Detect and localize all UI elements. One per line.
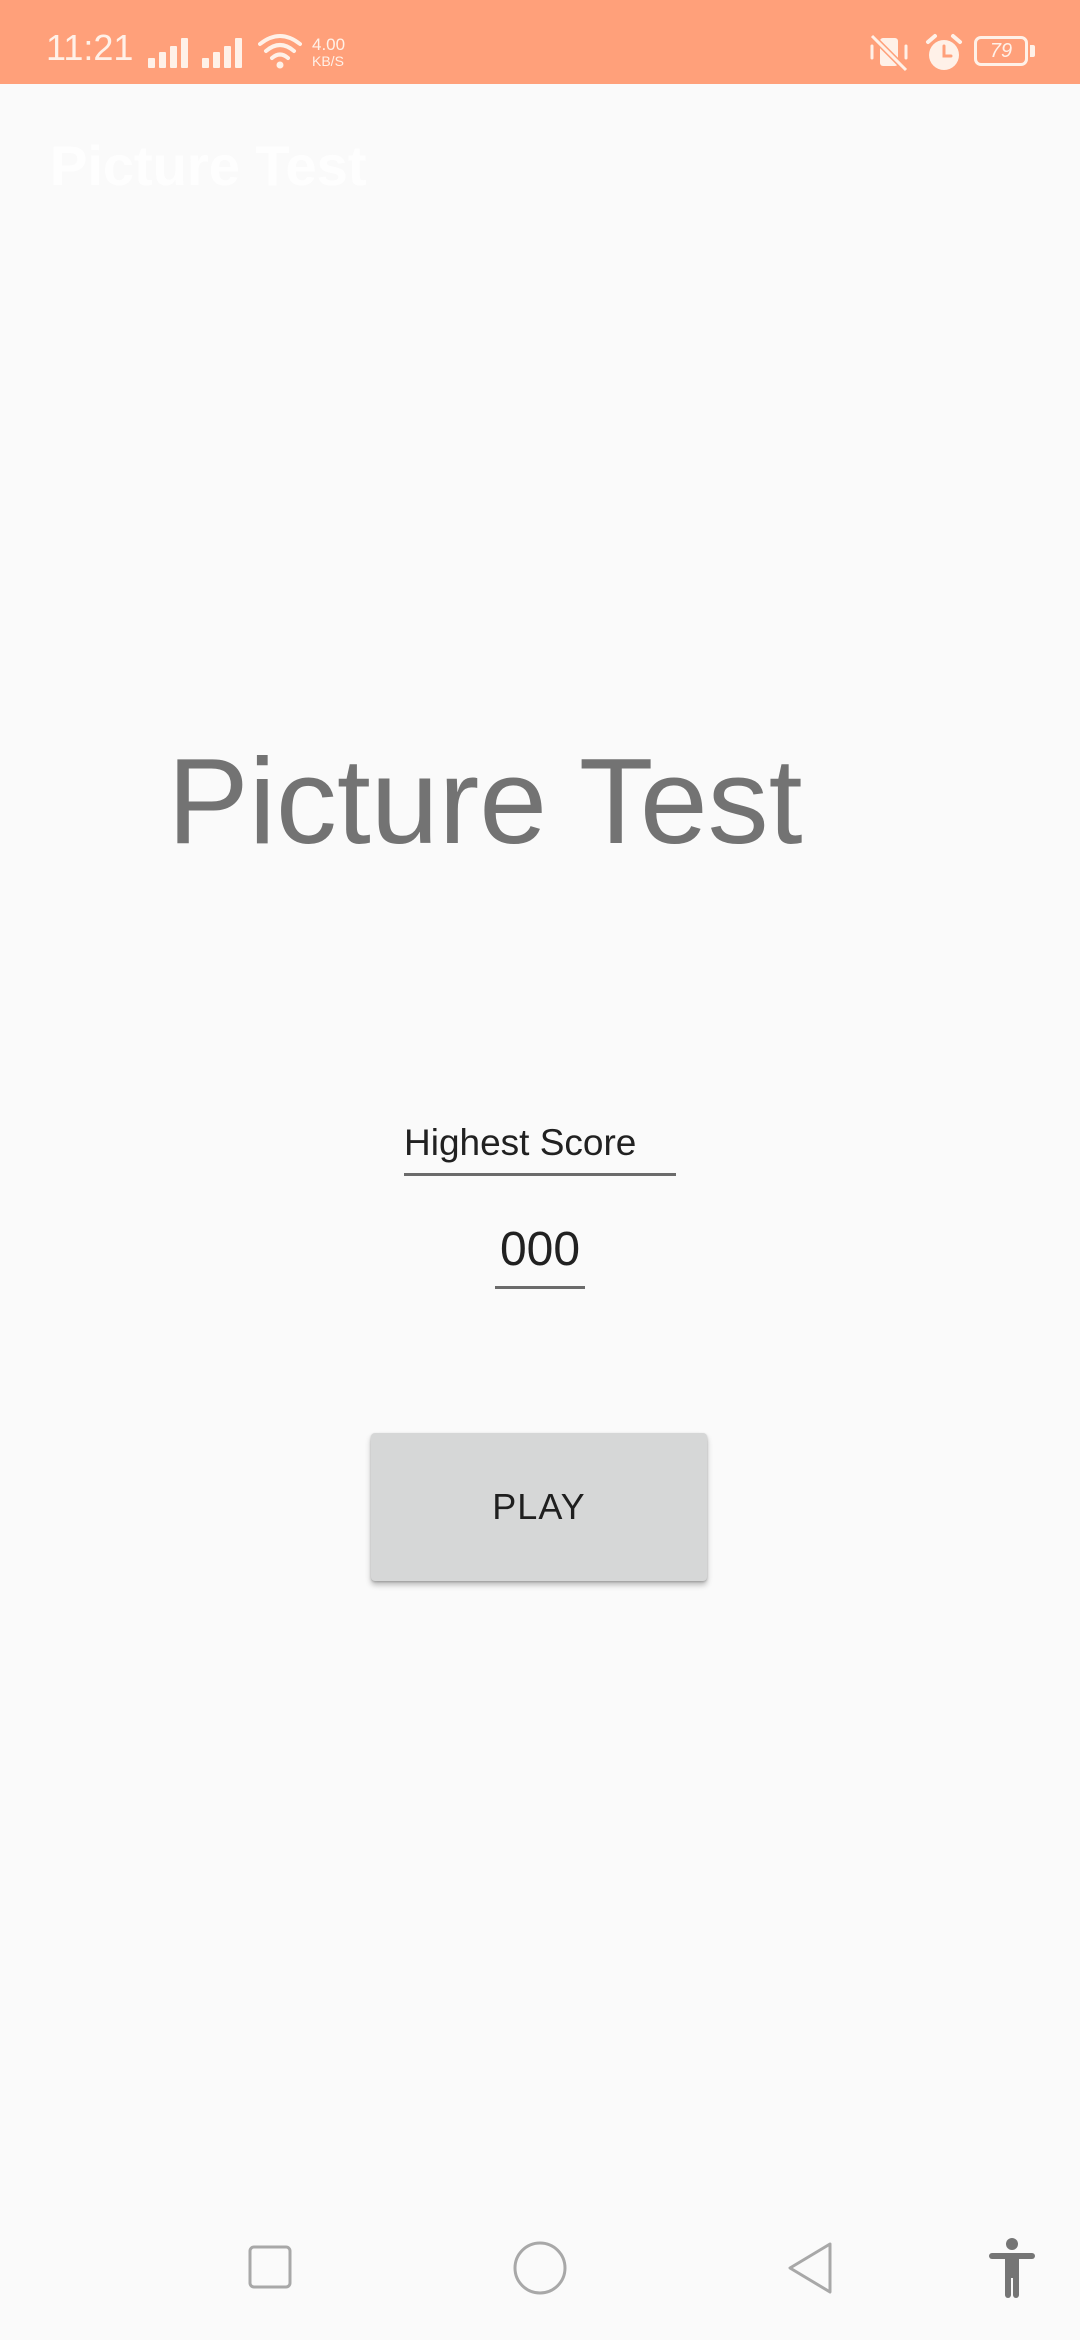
battery-level: 79 — [989, 40, 1013, 62]
play-button[interactable]: PLAY — [371, 1433, 707, 1581]
main-title: Picture Test — [167, 733, 803, 869]
app-bar-title: Picture Test — [50, 134, 367, 197]
signal-icon — [148, 36, 196, 68]
alarm-icon — [926, 34, 962, 70]
screen: 11:21 4.00 KB/S 79 Picture Test Picture … — [0, 0, 1080, 2340]
signal-icon-2 — [202, 36, 250, 68]
back-icon[interactable] — [786, 2240, 834, 2296]
highest-score-value: 000 — [495, 1226, 585, 1289]
battery-tip — [1030, 45, 1035, 57]
wifi-icon — [258, 34, 302, 69]
recent-apps-icon[interactable] — [248, 2245, 292, 2289]
net-speed: 4.00 KB/S — [312, 36, 360, 68]
status-time: 11:21 — [46, 27, 134, 68]
mute-icon — [869, 33, 909, 73]
battery-icon: 79 — [974, 36, 1028, 66]
accessibility-icon[interactable] — [986, 2236, 1038, 2300]
status-bar: 11:21 4.00 KB/S 79 — [0, 0, 1080, 84]
highest-score-label: Highest Score — [404, 1124, 676, 1176]
home-icon[interactable] — [512, 2240, 568, 2296]
net-speed-value: 4.00 — [312, 35, 346, 54]
net-speed-unit: KB/S — [312, 53, 344, 69]
